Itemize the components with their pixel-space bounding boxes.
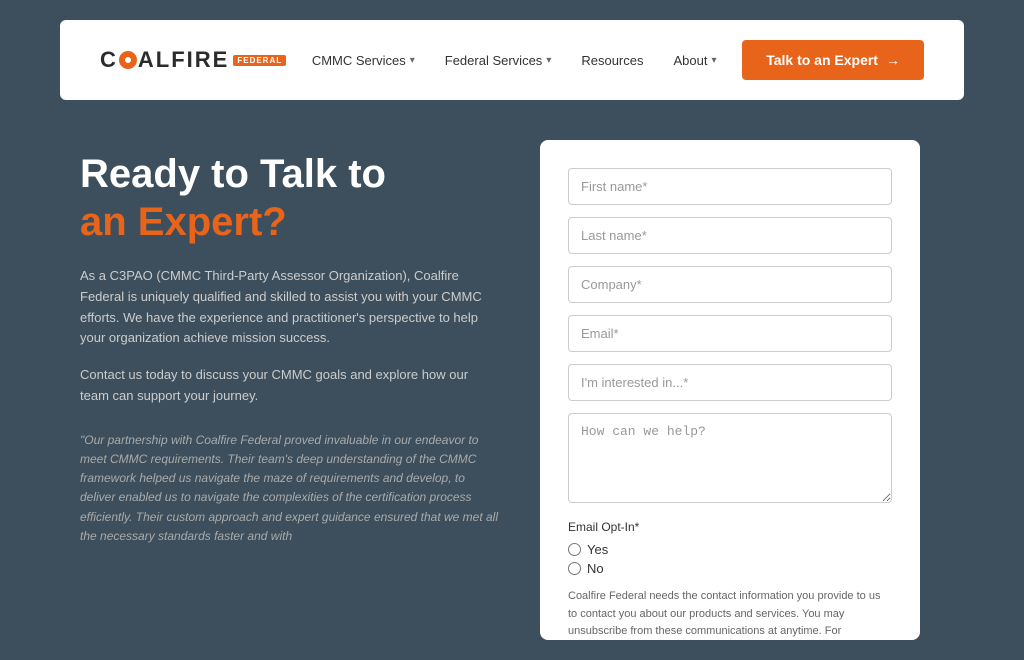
chevron-down-icon: ▾ <box>410 55 415 66</box>
hero-description-2: Contact us today to discuss your CMMC go… <box>80 365 500 407</box>
nav-about[interactable]: About ▾ <box>673 53 716 68</box>
first-name-input[interactable] <box>568 168 892 205</box>
radio-no-label: No <box>587 561 604 576</box>
help-group <box>568 413 892 508</box>
headline-line1: Ready to Talk to <box>80 152 386 196</box>
radio-yes-input[interactable] <box>568 543 581 556</box>
logo-federal-badge: FEDERAL <box>233 55 286 66</box>
logo-text-2: ALFIRE <box>138 47 229 73</box>
main-content: Ready to Talk to an Expert? As a C3PAO (… <box>0 120 1024 660</box>
main-nav: CMMC Services ▾ Federal Services ▾ Resou… <box>312 53 717 68</box>
nav-federal-label: Federal Services <box>445 53 543 68</box>
testimonial-text: "Our partnership with Coalfire Federal p… <box>80 431 500 546</box>
radio-yes-option[interactable]: Yes <box>568 542 892 557</box>
radio-group: Yes No <box>568 542 892 576</box>
page-headline: Ready to Talk to an Expert? <box>80 150 500 246</box>
headline-line2: an Expert? <box>80 200 287 244</box>
help-textarea[interactable] <box>568 413 892 503</box>
logo: C ALFIRE FEDERAL <box>100 47 286 73</box>
hero-description-1: As a C3PAO (CMMC Third-Party Assessor Or… <box>80 266 500 349</box>
nav-about-label: About <box>673 53 707 68</box>
logo-text: C <box>100 47 118 73</box>
site-header: C ALFIRE FEDERAL CMMC Services ▾ Federal… <box>0 20 1024 100</box>
interest-input[interactable] <box>568 364 892 401</box>
interest-group <box>568 364 892 401</box>
last-name-input[interactable] <box>568 217 892 254</box>
radio-no-option[interactable]: No <box>568 561 892 576</box>
first-name-group <box>568 168 892 205</box>
opt-in-label: Email Opt-In* <box>568 520 892 534</box>
nav-cmmc-label: CMMC Services <box>312 53 406 68</box>
cta-label: Talk to an Expert <box>766 52 878 68</box>
company-input[interactable] <box>568 266 892 303</box>
nav-cmmc-services[interactable]: CMMC Services ▾ <box>312 53 415 68</box>
radio-no-input[interactable] <box>568 562 581 575</box>
contact-form-panel: Email Opt-In* Yes No Coalfire Federal ne… <box>540 140 920 640</box>
left-column: Ready to Talk to an Expert? As a C3PAO (… <box>80 140 500 640</box>
email-group <box>568 315 892 352</box>
last-name-group <box>568 217 892 254</box>
arrow-icon: → <box>886 52 900 68</box>
chevron-down-icon: ▾ <box>546 55 551 66</box>
talk-to-expert-button[interactable]: Talk to an Expert → <box>742 40 924 80</box>
radio-yes-label: Yes <box>587 542 608 557</box>
nav-resources-label: Resources <box>581 53 643 68</box>
company-group <box>568 266 892 303</box>
chevron-down-icon: ▾ <box>711 55 716 66</box>
privacy-text: Coalfire Federal needs the contact infor… <box>568 588 892 640</box>
email-opt-in-section: Email Opt-In* Yes No Coalfire Federal ne… <box>568 520 892 640</box>
email-input[interactable] <box>568 315 892 352</box>
nav-resources[interactable]: Resources <box>581 53 643 68</box>
logo-icon <box>119 51 137 69</box>
nav-federal-services[interactable]: Federal Services ▾ <box>445 53 552 68</box>
